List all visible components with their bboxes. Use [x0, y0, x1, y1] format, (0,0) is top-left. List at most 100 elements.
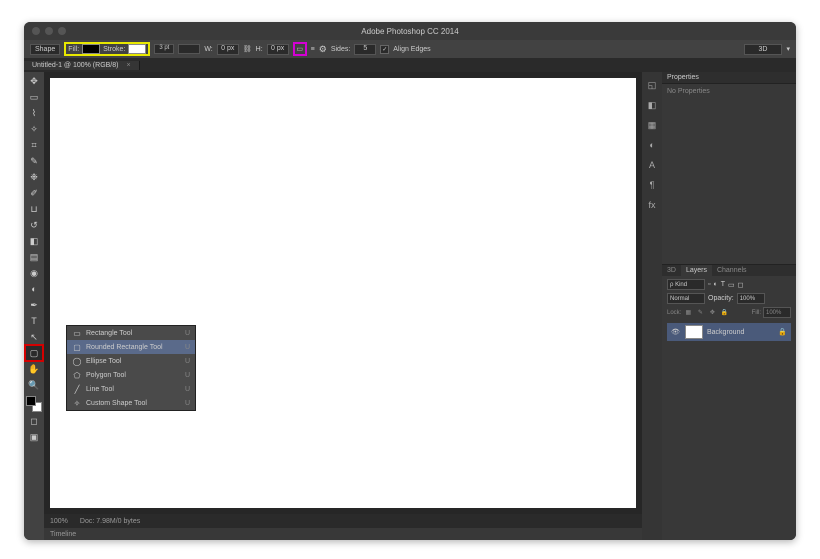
flyout-item[interactable]: ▢Rounded Rectangle ToolU [67, 340, 195, 354]
stamp-tool[interactable]: ⊔ [26, 202, 42, 216]
layer-name[interactable]: Background [707, 329, 744, 336]
fill-swatch[interactable] [82, 44, 100, 54]
align-edges-checkbox[interactable]: ✓ [380, 45, 389, 54]
doc-info[interactable]: Doc: 7.98M/0 bytes [80, 518, 140, 525]
tab-3d[interactable]: 3D [662, 265, 681, 276]
color-swatches[interactable] [26, 396, 42, 412]
close-tab-icon[interactable]: × [126, 62, 130, 69]
stroke-style-select[interactable] [178, 44, 200, 54]
character-panel-icon[interactable]: A [645, 158, 659, 172]
tab-channels[interactable]: Channels [712, 265, 752, 276]
flyout-icon: ⬠ [72, 370, 82, 380]
path-align-icon[interactable]: ≡ [311, 46, 315, 53]
healing-tool[interactable]: ❉ [26, 170, 42, 184]
eraser-tool[interactable]: ◧ [26, 234, 42, 248]
wand-tool[interactable]: ✧ [26, 122, 42, 136]
flyout-item[interactable]: ▭Rectangle ToolU [67, 326, 195, 340]
lasso-tool[interactable]: ⌇ [26, 106, 42, 120]
styles-panel-icon[interactable]: fx [645, 198, 659, 212]
fg-color-swatch[interactable] [26, 396, 36, 406]
layer-row-background[interactable]: 👁 Background 🔒 [667, 323, 791, 341]
timeline-label: Timeline [50, 531, 76, 538]
layers-panel: 3D Layers Channels ρ Kind ▫ ◐ T ▭ ◻ Norm… [662, 264, 796, 540]
opacity-input[interactable]: 100% [737, 293, 765, 304]
filter-type-icon[interactable]: T [721, 281, 725, 288]
paragraph-panel-icon[interactable]: ¶ [645, 178, 659, 192]
history-brush-tool[interactable]: ↺ [26, 218, 42, 232]
properties-panel-header[interactable]: Properties [662, 72, 796, 84]
tab-layers[interactable]: Layers [681, 265, 712, 276]
timeline-panel[interactable]: Timeline [44, 528, 642, 540]
blend-mode-select[interactable]: Normal [667, 293, 705, 304]
path-ops-icon[interactable]: ▭ [296, 45, 303, 53]
flyout-item[interactable]: ✧Custom Shape ToolU [67, 396, 195, 410]
properties-panel: No Properties [662, 84, 796, 264]
zoom-display[interactable]: 100% [50, 518, 68, 525]
3d-button[interactable]: 3D [744, 44, 783, 55]
lock-transparency-icon[interactable]: ▦ [683, 308, 693, 318]
zoom-dot[interactable] [58, 27, 66, 35]
sides-label: Sides: [331, 46, 350, 53]
artboard[interactable] [50, 78, 636, 508]
kind-filter[interactable]: ρ Kind [667, 279, 705, 290]
filter-pixel-icon[interactable]: ▫ [708, 281, 710, 288]
blur-tool[interactable]: ◉ [26, 266, 42, 280]
stroke-swatch[interactable] [128, 44, 146, 54]
brush-tool[interactable]: ✐ [26, 186, 42, 200]
filter-adj-icon[interactable]: ◐ [713, 281, 717, 288]
sides-input[interactable]: 5 [354, 44, 376, 55]
lock-all-icon[interactable]: 🔒 [719, 308, 729, 318]
stroke-width-input[interactable]: 3 pt [154, 44, 174, 54]
shape-mode-select[interactable]: Shape [30, 44, 60, 55]
width-label: W: [204, 46, 212, 53]
flyout-item[interactable]: ⬠Polygon ToolU [67, 368, 195, 382]
document-tab[interactable]: Untitled-1 @ 100% (RGB/8) × [24, 61, 140, 70]
zoom-tool[interactable]: 🔍 [26, 378, 42, 392]
path-select-tool[interactable]: ↖ [26, 330, 42, 344]
gradient-tool[interactable]: ▤ [26, 250, 42, 264]
visibility-icon[interactable]: 👁 [671, 328, 681, 336]
shape-tool[interactable]: ▢ [26, 346, 42, 360]
flyout-item[interactable]: ◯Ellipse ToolU [67, 354, 195, 368]
flyout-icon: ▢ [72, 342, 82, 352]
marquee-tool[interactable]: ▭ [26, 90, 42, 104]
color-panel-icon[interactable]: ◧ [645, 98, 659, 112]
window-controls[interactable] [32, 27, 66, 35]
filter-shape-icon[interactable]: ▭ [728, 281, 735, 289]
height-input[interactable]: 0 px [267, 44, 289, 55]
minimize-dot[interactable] [45, 27, 53, 35]
lock-label: Lock: [667, 310, 681, 316]
quickmask-tool[interactable]: ◻ [26, 414, 42, 428]
fill-label: Fill: [68, 46, 79, 53]
history-panel-icon[interactable]: ◱ [645, 78, 659, 92]
flyout-item[interactable]: ╱Line ToolU [67, 382, 195, 396]
gear-icon[interactable]: ⚙ [319, 44, 327, 55]
app-title: Adobe Photoshop CC 2014 [361, 27, 458, 36]
options-bar: Shape Fill: Stroke: 3 pt W: 0 px ⛓ H: 0 … [24, 40, 796, 58]
type-tool[interactable]: T [26, 314, 42, 328]
close-dot[interactable] [32, 27, 40, 35]
link-wh-icon[interactable]: ⛓ [243, 45, 252, 53]
workspace-menu-icon[interactable]: ▾ [786, 45, 790, 53]
layer-panel-tabs: 3D Layers Channels [662, 265, 796, 276]
flyout-shortcut: U [185, 386, 190, 393]
hand-tool[interactable]: ✋ [26, 362, 42, 376]
swatches-panel-icon[interactable]: ▦ [645, 118, 659, 132]
lock-position-icon[interactable]: ✥ [707, 308, 717, 318]
filter-smart-icon[interactable]: ◻ [738, 281, 744, 289]
canvas[interactable] [44, 72, 642, 514]
layer-fill-input[interactable]: 100% [763, 307, 791, 318]
dodge-tool[interactable]: ◐ [26, 282, 42, 296]
pen-tool[interactable]: ✒ [26, 298, 42, 312]
layer-thumbnail[interactable] [685, 325, 703, 339]
eyedropper-tool[interactable]: ✎ [26, 154, 42, 168]
lock-pixels-icon[interactable]: ✎ [695, 308, 705, 318]
adjustments-panel-icon[interactable]: ◐ [645, 138, 659, 152]
screenmode-tool[interactable]: ▣ [26, 430, 42, 444]
flyout-label: Rectangle Tool [86, 330, 132, 337]
flyout-label: Polygon Tool [86, 372, 126, 379]
move-tool[interactable]: ✥ [26, 74, 42, 88]
width-input[interactable]: 0 px [217, 44, 239, 55]
crop-tool[interactable]: ⌗ [26, 138, 42, 152]
layer-lock-icon[interactable]: 🔒 [778, 328, 787, 336]
